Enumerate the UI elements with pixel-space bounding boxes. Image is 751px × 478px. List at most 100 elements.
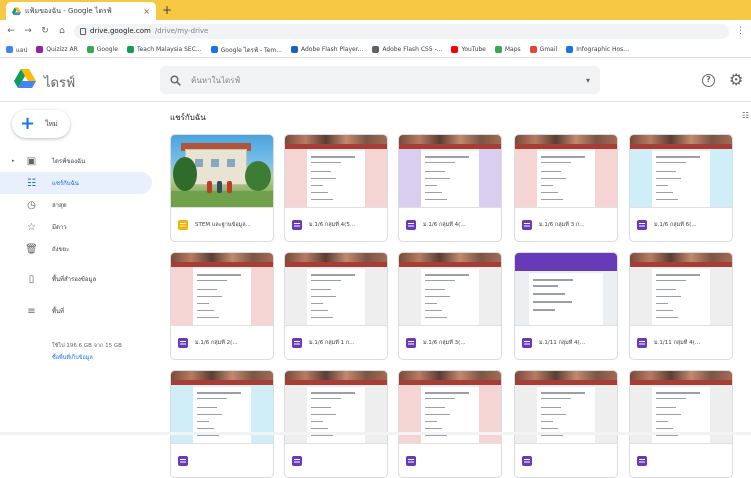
sidebar-item-label: พื้นที่: [52, 308, 65, 315]
file-card-footer: ม.1/6 กลุ่มที่ 3 ก...: [515, 207, 617, 241]
sidebar-item[interactable]: ◷ ล่าสุด: [0, 194, 152, 216]
file-name: ม.1/11 กลุ่มที่ 4(...: [654, 339, 701, 346]
file-card[interactable]: [629, 370, 733, 478]
file-card-footer: ม.1/6 กลุ่มที่ 4(5...: [285, 207, 387, 241]
bookmark-favicon-icon: [529, 46, 537, 53]
sidebar-item[interactable]: ▯ พื้นที่สำรองข้อมูล: [0, 268, 152, 290]
bookmark-item[interactable]: Infographic Hos...: [566, 46, 629, 53]
help-icon[interactable]: ?: [702, 74, 715, 87]
bookmark-item[interactable]: Adobe Flash Player...: [290, 46, 363, 53]
file-thumbnail: [399, 253, 501, 325]
bookmark-item[interactable]: YouTube: [451, 46, 486, 53]
bookmark-favicon-icon: [451, 46, 459, 53]
file-card[interactable]: ม.1/6 กลุ่มที่ 4(...: [398, 134, 502, 242]
bookmark-label: แอป: [16, 46, 28, 54]
file-card-footer: [515, 443, 617, 477]
bookmark-item[interactable]: แอป: [6, 45, 27, 55]
brand-name[interactable]: ไดรฟ์: [44, 72, 75, 93]
file-card-footer: [171, 443, 273, 477]
forms-file-icon: [292, 337, 302, 348]
forward-icon[interactable]: →: [23, 26, 33, 36]
buy-storage-link[interactable]: ซื้อพื้นที่เก็บข้อมูล: [52, 354, 152, 362]
bookmark-item[interactable]: Maps: [494, 46, 521, 53]
forms-file-icon: [406, 219, 416, 230]
view-toggle-icon[interactable]: ☷: [742, 111, 749, 120]
forms-file-icon: [292, 455, 302, 466]
bookmark-item[interactable]: Teach Malaysia SEC...: [126, 46, 202, 53]
sidebar-item[interactable]: 🗑 ถังขยะ: [0, 238, 152, 260]
file-name: STEM และฐานข้อมูล...: [195, 221, 251, 228]
search-bar[interactable]: ค้นหาในไดรฟ์ ▾: [160, 66, 600, 94]
bookmark-item[interactable]: Google ไดรฟ์ - Tem...: [210, 45, 282, 55]
forms-file-icon: [406, 337, 416, 348]
file-card-footer: ม.1/6 กลุ่มที่ 3(...: [399, 325, 501, 359]
file-name: ม.1/6 กลุ่มที่ 1 ก...: [309, 339, 355, 346]
drive-logo-icon[interactable]: [14, 69, 36, 89]
file-card[interactable]: ม.1/6 กลุ่มที่ 3(...: [398, 252, 502, 360]
file-card[interactable]: [514, 370, 618, 478]
tab-close-icon[interactable]: ×: [143, 7, 150, 16]
new-button[interactable]: + ใหม่: [12, 110, 70, 138]
page-title: แชร์กับฉัน: [170, 113, 206, 122]
settings-gear-icon[interactable]: ⚙: [729, 71, 743, 89]
file-card-footer: ม.1/6 กลุ่มที่ 1 ก...: [285, 325, 387, 359]
file-card[interactable]: ม.1/6 กลุ่มที่ 6(...: [629, 134, 733, 242]
file-card-footer: [630, 443, 732, 477]
file-card-footer: ม.1/11 กลุ่มที่ 4(...: [515, 325, 617, 359]
bookmark-label: Teach Malaysia SEC...: [136, 46, 202, 53]
file-card[interactable]: ม.1/6 กลุ่มที่ 1 ก...: [284, 252, 388, 360]
bookmark-item[interactable]: Google: [86, 46, 118, 53]
drive-favicon-icon: [12, 6, 21, 16]
forms-file-icon: [522, 455, 532, 466]
forms-file-icon: [522, 337, 532, 348]
file-card[interactable]: ม.1/11 กลุ่มที่ 4(...: [514, 252, 618, 360]
bookmark-item[interactable]: Adobe Flash CS5 -...: [372, 46, 442, 53]
browser-tab[interactable]: แฟ้มของฉัน - Google ไดรฟ์ ×: [6, 2, 156, 20]
expand-caret-icon[interactable]: ▸: [12, 158, 15, 164]
sidebar-item-label: พื้นที่สำรองข้อมูล: [52, 276, 97, 283]
file-thumbnail: [285, 253, 387, 325]
file-thumbnail: [171, 135, 273, 207]
file-card[interactable]: [398, 370, 502, 478]
search-icon[interactable]: [170, 75, 181, 86]
forms-file-icon: [637, 455, 647, 466]
plus-icon: +: [20, 113, 36, 134]
bookmark-label: Adobe Flash CS5 -...: [382, 46, 443, 53]
reload-icon[interactable]: ↻: [40, 26, 50, 36]
file-card[interactable]: ม.1/6 กลุ่มที่ 4(5...: [284, 134, 388, 242]
slides-file-icon: [178, 219, 188, 230]
home-icon[interactable]: ⌂: [57, 26, 67, 36]
bookmark-favicon-icon: [6, 46, 13, 53]
sidebar-item[interactable]: ≡ พื้นที่: [0, 300, 152, 322]
sidebar-item[interactable]: ☷ แชร์กับฉัน: [0, 172, 152, 194]
file-card[interactable]: [284, 370, 388, 478]
file-thumbnail: [285, 135, 387, 207]
drive-header: ไดรฟ์ ค้นหาในไดรฟ์ ▾ ? ⚙: [0, 58, 751, 102]
search-options-icon[interactable]: ▾: [586, 76, 590, 85]
storage-icon: ≡: [27, 305, 36, 317]
more-menu-icon[interactable]: ⋮: [736, 26, 745, 36]
url-host: drive.google.com: [90, 27, 151, 35]
sidebar-item[interactable]: ☆ มีดาว: [0, 216, 152, 238]
file-card[interactable]: ม.1/6 กลุ่มที่ 2(...: [170, 252, 274, 360]
bookmark-favicon-icon: [290, 46, 298, 53]
bookmark-item[interactable]: Gmail: [529, 46, 558, 53]
file-card[interactable]: [170, 370, 274, 478]
file-card[interactable]: ม.1/6 กลุ่มที่ 3 ก...: [514, 134, 618, 242]
back-icon[interactable]: ←: [6, 26, 16, 36]
forms-file-icon: [637, 219, 647, 230]
new-button-label: ใหม่: [45, 119, 58, 128]
search-input[interactable]: ค้นหาในไดรฟ์: [191, 74, 576, 87]
file-card[interactable]: STEM และฐานข้อมูล...: [170, 134, 274, 242]
bookmark-label: Gmail: [539, 46, 558, 53]
file-card[interactable]: ม.1/11 กลุ่มที่ 4(...: [629, 252, 733, 360]
new-tab-button[interactable]: +: [162, 3, 172, 17]
address-bar[interactable]: drive.google.com /drive/my-drive: [74, 23, 729, 39]
browser-tabstrip: แฟ้มของฉัน - Google ไดรฟ์ × +: [0, 0, 751, 20]
sidebar-item-label: ล่าสุด: [52, 202, 67, 209]
sidebar-item-label: มีดาว: [52, 224, 67, 231]
star-icon: ☆: [27, 221, 36, 233]
bookmark-item[interactable]: Quizizz AR: [36, 46, 78, 53]
sidebar-item[interactable]: ▸ ▣ ไดรฟ์ของฉัน: [0, 150, 152, 172]
file-thumbnail: [515, 135, 617, 207]
